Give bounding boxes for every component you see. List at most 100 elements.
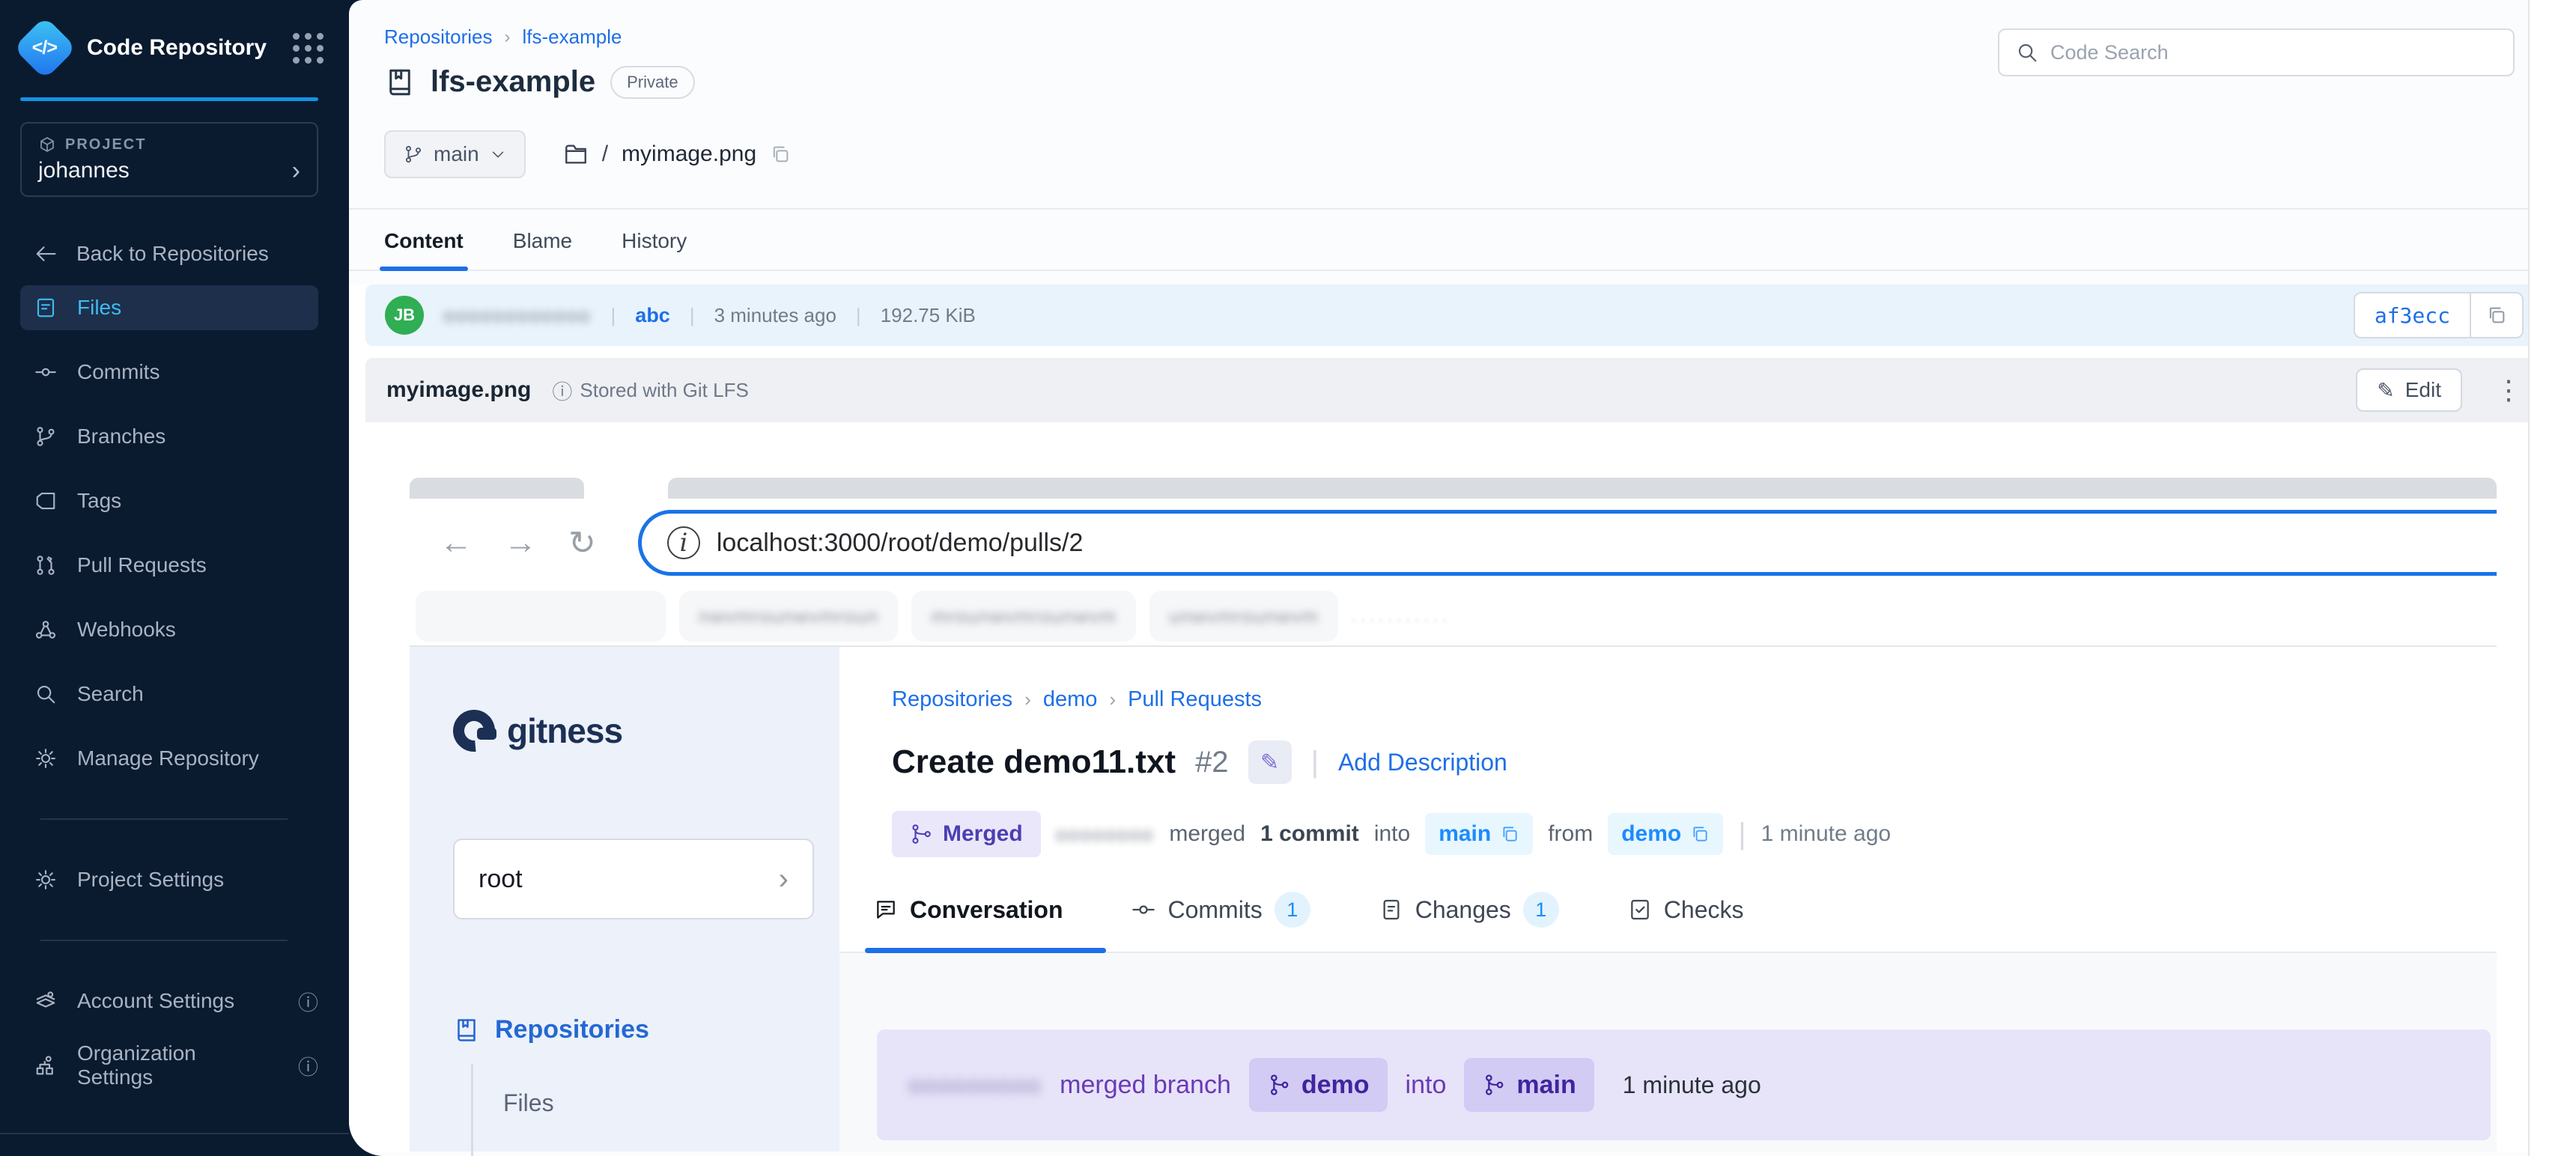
file-header: myimage.png ⓘ Stored with Git LFS ✎ Edit… [365, 358, 2543, 422]
sidebar: </> Code Repository PROJECT johannes › B… [0, 0, 349, 1156]
sidebar-item-files[interactable]: Files [20, 285, 318, 330]
tab-content[interactable]: Content [384, 229, 464, 270]
pr-number: #2 [1195, 746, 1229, 779]
breadcrumb-repo[interactable]: lfs-example [523, 25, 622, 49]
visibility-badge: Private [610, 66, 694, 99]
file-view-tabs: Content Blame History [349, 208, 2576, 271]
tab-changes[interactable]: Changes 1 [1379, 892, 1559, 928]
tab-conversation[interactable]: Conversation [874, 896, 1063, 924]
commit-message-link[interactable]: abc [635, 304, 670, 327]
app-title: Code Repository [87, 35, 293, 61]
project-selector[interactable]: PROJECT johannes › [20, 122, 318, 197]
reload-icon: ↻ [568, 524, 596, 562]
gitness-breadcrumb-repositories[interactable]: Repositories [892, 687, 1012, 712]
pr-tabs: Conversation Commits 1 [839, 892, 2497, 953]
forward-icon: → [504, 524, 537, 562]
copy-icon [2486, 305, 2507, 326]
conversation-icon [874, 898, 898, 922]
file-size: 192.75 KiB [881, 304, 976, 327]
file-name: myimage.png [386, 377, 531, 403]
code-search-box[interactable] [1998, 28, 2515, 76]
gitness-nav-files[interactable]: Files [503, 1089, 554, 1116]
tab-checks[interactable]: Checks [1628, 896, 1744, 924]
main-content: Repositories › lfs-example lfs-example P… [349, 0, 2576, 1156]
pr-status-row: Merged oooooooo merged 1 commit into mai… [839, 811, 2497, 857]
copy-icon [1690, 824, 1710, 844]
gitness-main: Repositories › demo › Pull Requests Crea… [839, 647, 2497, 1152]
merge-icon [910, 823, 932, 845]
folder-icon[interactable] [563, 142, 589, 167]
sidebar-item-tags[interactable]: Tags [20, 478, 318, 523]
sidebar-item-account-settings[interactable]: Account Settings ⓘ [20, 979, 318, 1023]
divider: | [690, 304, 695, 327]
edit-button[interactable]: ✎ Edit [2356, 368, 2462, 412]
branch-selector[interactable]: main [384, 130, 526, 178]
gitness-breadcrumb-pulls[interactable]: Pull Requests [1128, 687, 1262, 712]
browser-tabs-silhouette [410, 478, 2497, 499]
branch-name: main [434, 142, 479, 166]
sidebar-item-search[interactable]: Search [20, 672, 318, 717]
branch-icon [34, 425, 58, 448]
back-to-repositories[interactable]: Back to Repositories [34, 242, 349, 266]
pr-conversation-area: ooooooooo merged branch demo into [839, 953, 2497, 1152]
sidebar-item-manage-repository[interactable]: Manage Repository [20, 736, 318, 781]
divider [0, 1133, 349, 1134]
merge-time: 1 minute ago [1623, 1071, 1761, 1099]
webhook-icon [34, 618, 58, 642]
module-grid-icon[interactable] [293, 33, 323, 64]
sidebar-item-project-settings[interactable]: Project Settings [20, 857, 318, 902]
tab-blame[interactable]: Blame [513, 229, 572, 270]
app-logo-icon: </> [13, 16, 77, 80]
copy-sha-button[interactable] [2470, 293, 2522, 337]
merge-author-redacted: ooooooooo [908, 1071, 1042, 1099]
commit-sha-pill: af3ecc [2354, 292, 2524, 338]
target-branch-chip[interactable]: main [1464, 1058, 1594, 1112]
sidebar-item-commits[interactable]: Commits [20, 350, 318, 395]
edit-title-button[interactable]: ✎ [1248, 740, 1292, 784]
copy-icon[interactable] [770, 144, 791, 165]
pull-request-icon [34, 553, 58, 577]
file-icon [34, 296, 58, 320]
tab-commits[interactable]: Commits 1 [1131, 892, 1310, 928]
bookmark-redacted: unwvmrounwvm [1149, 591, 1338, 642]
tab-history[interactable]: History [622, 229, 687, 270]
add-description-link[interactable]: Add Description [1338, 749, 1507, 776]
divider: | [1738, 818, 1746, 851]
bookmark-redacted [416, 591, 666, 642]
browser-nav-row: ← → ↻ i localhost:3000/root/demo/pulls/2 [410, 499, 2497, 587]
divider: | [1311, 746, 1319, 779]
gitness-breadcrumb-repo[interactable]: demo [1043, 687, 1098, 712]
file-path: / myimage.png [563, 142, 791, 167]
gitness-breadcrumb: Repositories › demo › Pull Requests [839, 687, 2497, 712]
source-branch-chip[interactable]: demo [1608, 813, 1723, 855]
merged-branch-banner: ooooooooo merged branch demo into [877, 1029, 2491, 1140]
sidebar-item-webhooks[interactable]: Webhooks [20, 607, 318, 652]
merged-badge: Merged [892, 811, 1041, 857]
breadcrumb-repositories[interactable]: Repositories [384, 25, 493, 49]
back-icon: ← [440, 524, 473, 562]
bookmark-redacted: mrounwvmrounwvm [911, 591, 1136, 642]
sidebar-item-organization-settings[interactable]: Organization Settings ⓘ [20, 1043, 318, 1088]
info-icon: ⓘ [298, 1051, 318, 1080]
code-search-input[interactable] [2050, 41, 2497, 64]
file-toolbar: main / myimage.png [384, 130, 2576, 178]
layers-gear-icon [34, 989, 58, 1013]
book-icon [453, 1017, 480, 1044]
scrollbar-gutter[interactable] [2528, 0, 2576, 1156]
sidebar-item-branches[interactable]: Branches [20, 414, 318, 459]
search-icon [34, 682, 58, 706]
gitness-nav-repositories[interactable]: Repositories [453, 1015, 839, 1044]
commit-author-redacted: oooooooooooo [443, 304, 592, 327]
target-branch-chip[interactable]: main [1425, 813, 1533, 855]
source-branch-chip[interactable]: demo [1249, 1058, 1388, 1112]
repo-name: lfs-example [431, 65, 595, 99]
sidebar-item-pull-requests[interactable]: Pull Requests [20, 543, 318, 588]
gitness-sidebar: gitness root › Repositories [410, 647, 839, 1152]
file-card: myimage.png ⓘ Stored with Git LFS ✎ Edit… [365, 358, 2543, 1152]
file-icon [1379, 898, 1403, 922]
branch-icon [404, 144, 423, 164]
kebab-menu-icon[interactable]: ⋮ [2495, 374, 2522, 406]
gitness-account-selector[interactable]: root › [453, 839, 814, 919]
project-name: johannes [38, 158, 292, 183]
commit-sha[interactable]: af3ecc [2355, 293, 2470, 337]
